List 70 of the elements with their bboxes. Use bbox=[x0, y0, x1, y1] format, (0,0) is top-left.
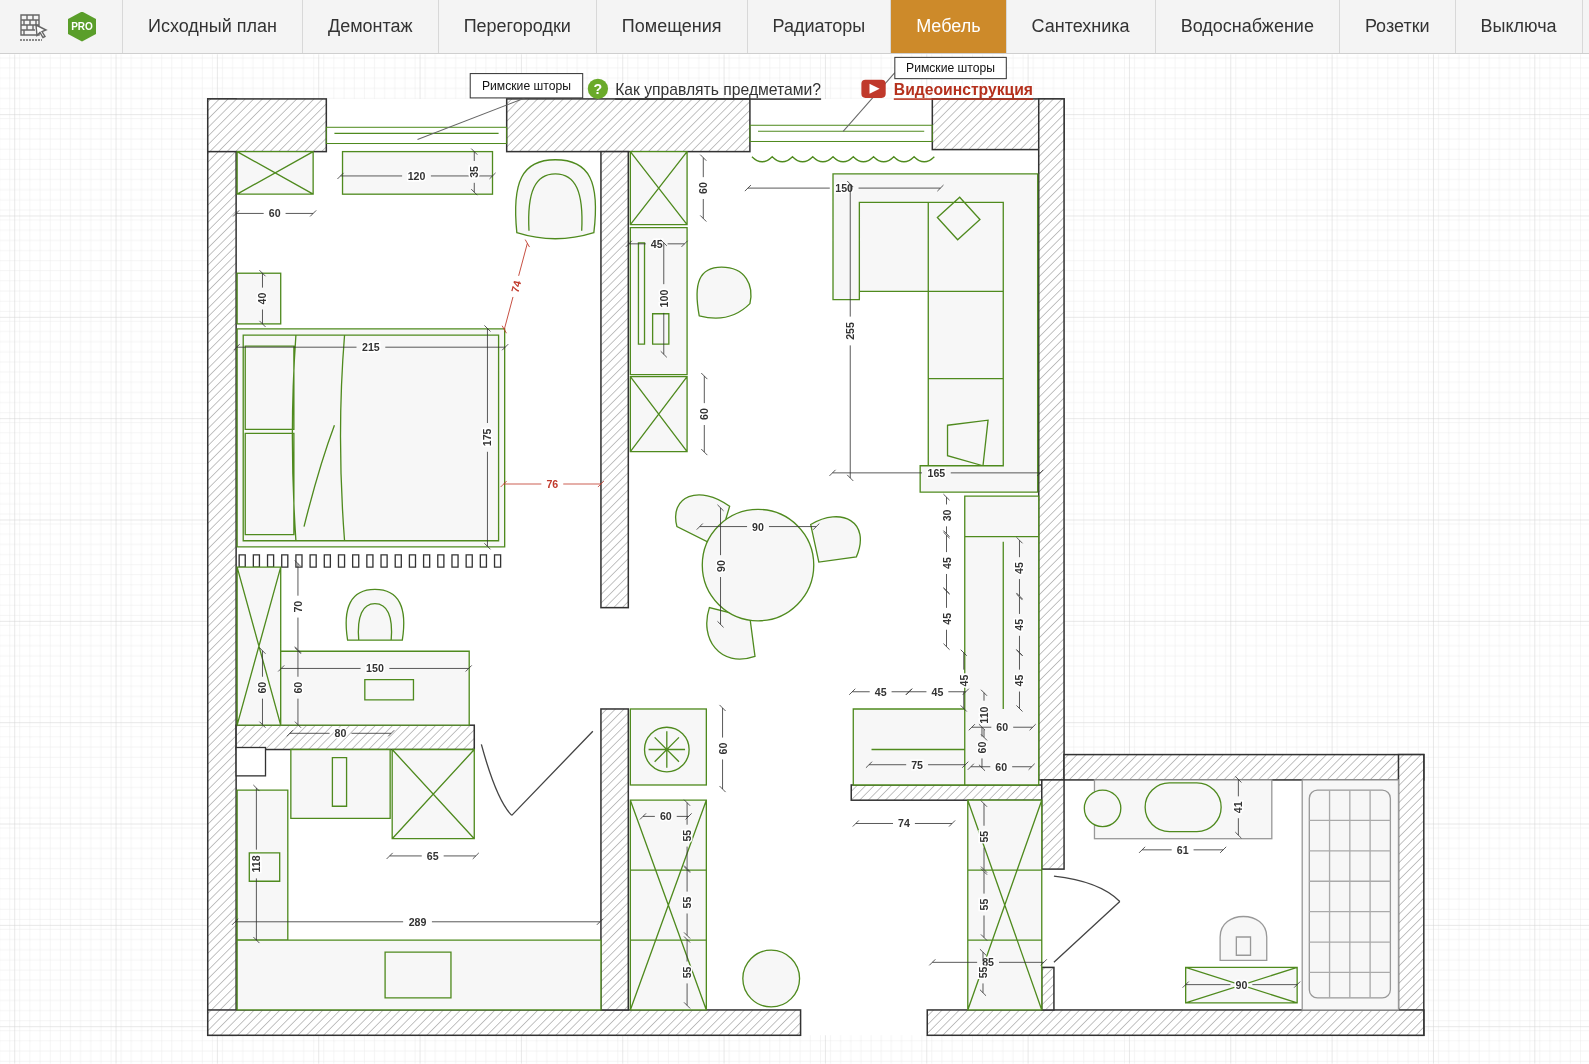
dimension-label: 45 bbox=[650, 237, 663, 250]
dimension-label: 60 bbox=[995, 760, 1008, 773]
item-label: Римские шторы bbox=[469, 73, 584, 99]
tab[interactable]: Сантехника bbox=[1006, 0, 1156, 53]
dimension-label: 55 bbox=[681, 966, 694, 979]
shaft-drawing bbox=[235, 746, 267, 777]
dimension-label: 60 bbox=[697, 182, 710, 194]
dimension-label: 55 bbox=[681, 829, 694, 842]
dimension-label: 60 bbox=[996, 721, 1009, 734]
dimension-label: 90 bbox=[714, 560, 727, 572]
dimension-label: 75 bbox=[911, 758, 924, 771]
dimension-label: 76 bbox=[546, 478, 559, 490]
dimension-label: 55 bbox=[681, 896, 694, 909]
dimension-label: 45 bbox=[1013, 618, 1026, 631]
dimension-label: 45 bbox=[1013, 674, 1026, 687]
dimension-label: 55 bbox=[978, 830, 990, 843]
toilet-drawing bbox=[1219, 915, 1268, 961]
dimension-label: 40 bbox=[256, 292, 269, 305]
dimension-label: 45 bbox=[940, 612, 953, 625]
dimension-label: 60 bbox=[291, 681, 304, 694]
tab[interactable]: Демонтаж bbox=[303, 0, 439, 53]
dimension-label: 289 bbox=[408, 915, 427, 928]
dimension-label: 118 bbox=[250, 855, 263, 873]
dimension-line bbox=[699, 154, 707, 222]
dimension-label: 45 bbox=[1013, 562, 1026, 575]
dimension-label: 175 bbox=[481, 428, 494, 447]
dimension-label: 120 bbox=[407, 169, 426, 182]
nightstand-drawing bbox=[236, 272, 282, 325]
dimension-label: 165 bbox=[927, 466, 946, 479]
dimension-label: 60 bbox=[716, 742, 729, 755]
pouf-drawing bbox=[742, 949, 801, 1008]
dimension-label: 70 bbox=[291, 600, 304, 613]
dimension-label: 60 bbox=[268, 207, 281, 220]
dimension-label: 30 bbox=[940, 509, 953, 522]
tab[interactable]: Розетки bbox=[1339, 0, 1456, 53]
dimension-label: 90 bbox=[752, 520, 764, 533]
dimension-label: 45 bbox=[931, 685, 944, 698]
item-label: Римские шторы bbox=[894, 56, 1007, 80]
dimension-label: 55 bbox=[977, 966, 989, 979]
tab[interactable]: Выключа bbox=[1455, 0, 1583, 53]
dimension-label: 55 bbox=[978, 898, 990, 911]
dimension-label: 60 bbox=[976, 741, 988, 754]
dimension-label: 100 bbox=[657, 289, 670, 308]
dimension-label: 80 bbox=[334, 727, 347, 740]
video-link[interactable]: Видеоинструкция bbox=[893, 81, 1033, 99]
tab[interactable]: Перегородки bbox=[438, 0, 597, 53]
dimension-label: 215 bbox=[362, 341, 380, 354]
dimension-label: 110 bbox=[978, 706, 990, 724]
dimension-line bbox=[259, 269, 266, 328]
dimension-label: 74 bbox=[508, 279, 524, 294]
chair-drawing bbox=[345, 588, 405, 641]
dimension-label: 60 bbox=[698, 408, 711, 420]
dimension-label: 45 bbox=[940, 557, 953, 569]
tab[interactable]: Водоснабжение bbox=[1155, 0, 1340, 53]
dimension-label: 41 bbox=[1232, 801, 1245, 814]
dimension-label: 45 bbox=[874, 685, 887, 698]
dimension-label: 74 bbox=[898, 817, 910, 830]
dimension-label: 255 bbox=[844, 322, 857, 340]
dimension-label: 60 bbox=[659, 810, 672, 823]
dimension-label: 150 bbox=[366, 662, 384, 675]
dimension-label: 61 bbox=[1176, 843, 1189, 856]
dimension-label: 65 bbox=[426, 849, 439, 862]
dimension-line bbox=[1234, 775, 1242, 839]
dimension-label: 45 bbox=[957, 674, 970, 687]
tab[interactable]: Помещения bbox=[596, 0, 748, 53]
chair-drawing bbox=[696, 266, 752, 319]
help-link[interactable]: Как управлять предметами? bbox=[615, 81, 822, 99]
dimension-label: 60 bbox=[256, 681, 269, 694]
dimension-label: 35 bbox=[468, 165, 481, 178]
tab[interactable]: Исходный план bbox=[123, 0, 303, 53]
